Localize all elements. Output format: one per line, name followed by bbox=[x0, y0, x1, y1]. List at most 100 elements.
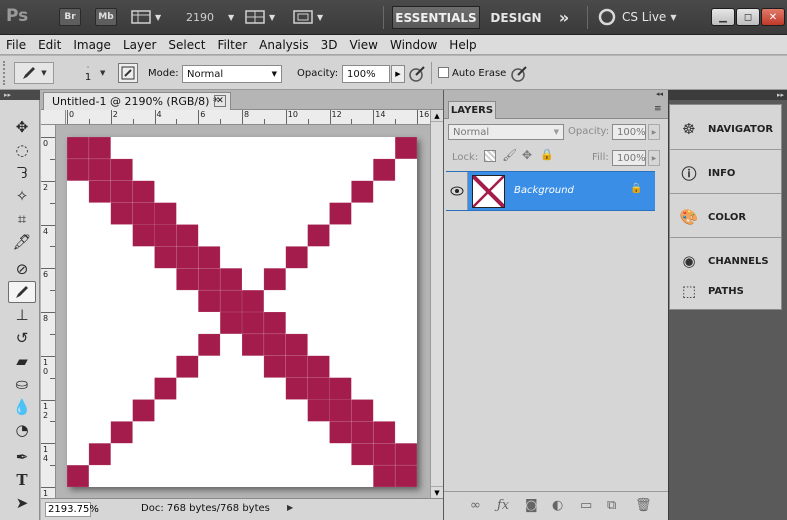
chevron-down-icon: ▼ bbox=[271, 70, 277, 78]
pencil-icon bbox=[23, 67, 36, 79]
blend-mode-select[interactable]: Normal ▼ bbox=[448, 124, 564, 140]
paint-bucket-tool[interactable]: ⛀ bbox=[8, 373, 36, 395]
canvas-pixel bbox=[285, 377, 308, 400]
arrange-documents-button[interactable]: ▼ bbox=[245, 7, 275, 27]
ruler-label: 6 bbox=[200, 110, 206, 119]
dock-item-info[interactable]: ⓘ INFO bbox=[670, 158, 783, 188]
delete-layer-icon[interactable]: 🗑 bbox=[635, 498, 652, 513]
eyedropper-tool[interactable]: 🖋 bbox=[8, 231, 36, 253]
cs-live-button[interactable]: CS Live ▼ bbox=[598, 7, 676, 27]
dock-header[interactable]: ▸▸ bbox=[669, 90, 787, 100]
zoom-status-field[interactable]: 2193.75% bbox=[45, 502, 99, 517]
layer-row-background[interactable]: Background 🔒 bbox=[446, 171, 655, 211]
ruler-label: 6 bbox=[43, 270, 49, 280]
menu-image[interactable]: Image bbox=[67, 38, 117, 52]
grip-handle[interactable] bbox=[3, 61, 7, 85]
workspace-essentials-button[interactable]: ESSENTIALS bbox=[392, 6, 480, 29]
eye-icon bbox=[450, 186, 463, 196]
spot-healing-tool[interactable]: ⊘ bbox=[8, 258, 36, 280]
menu-file[interactable]: File bbox=[0, 38, 32, 52]
eraser-tool[interactable]: ▰ bbox=[8, 350, 36, 372]
add-mask-icon[interactable]: ◙ bbox=[525, 498, 538, 513]
tablet-pressure-opacity-button[interactable] bbox=[407, 64, 427, 84]
canvas-pixel bbox=[176, 224, 199, 247]
layer-visibility-toggle[interactable] bbox=[446, 172, 468, 210]
menu-analysis[interactable]: Analysis bbox=[253, 38, 314, 52]
link-layers-icon[interactable]: ∞ bbox=[470, 498, 481, 513]
menu-select[interactable]: Select bbox=[162, 38, 211, 52]
tools-panel-header[interactable]: ▸▸ bbox=[0, 90, 40, 100]
new-layer-icon[interactable]: ⧉ bbox=[607, 498, 616, 513]
ruler-tick bbox=[132, 119, 134, 124]
screen-mode-button[interactable]: ▼ bbox=[293, 7, 323, 27]
brush-panel-toggle[interactable] bbox=[118, 63, 138, 83]
launch-mini-bridge-button[interactable]: Mb bbox=[95, 7, 117, 27]
add-layer-style-icon[interactable]: ƒx bbox=[497, 498, 509, 513]
adjustment-layer-icon[interactable]: ◐ bbox=[552, 498, 563, 513]
vertical-scrollbar[interactable]: ▲ ▼ bbox=[430, 110, 443, 498]
lasso-tool[interactable]: ᘊ bbox=[8, 162, 36, 184]
tool-preset-picker[interactable]: ▼ bbox=[14, 62, 54, 84]
move-tool[interactable]: ✥ bbox=[8, 116, 36, 138]
tab-layers[interactable]: LAYERS bbox=[448, 101, 496, 119]
dock-item-channels[interactable]: ◉ CHANNELS bbox=[670, 246, 783, 276]
menu-filter[interactable]: Filter bbox=[211, 38, 253, 52]
lock-position-icon[interactable]: ✥ bbox=[522, 148, 532, 162]
layer-opacity-input[interactable]: 100% bbox=[612, 124, 646, 140]
tablet-pressure-size-button[interactable] bbox=[509, 64, 529, 84]
pencil-tool[interactable] bbox=[8, 281, 36, 303]
launch-bridge-button[interactable]: Br bbox=[59, 7, 81, 27]
close-button[interactable]: ✕ bbox=[761, 8, 785, 26]
clone-stamp-tool[interactable]: ⊥ bbox=[8, 304, 36, 326]
dodge-tool[interactable]: ◔ bbox=[8, 419, 36, 441]
opacity-slider-button[interactable]: ▶ bbox=[391, 65, 405, 83]
scroll-down-arrow[interactable]: ▼ bbox=[431, 486, 443, 498]
layer-name[interactable]: Background bbox=[514, 185, 574, 196]
marquee-tool[interactable]: ◌ bbox=[8, 139, 36, 161]
horizontal-ruler[interactable]: 0 2 4 6 8 10 12 14 16 bbox=[66, 110, 430, 125]
view-extras-button[interactable]: ▼ bbox=[131, 7, 161, 27]
menu-layer[interactable]: Layer bbox=[117, 38, 162, 52]
dock-item-paths[interactable]: ⬚ PATHS bbox=[670, 276, 783, 306]
lock-all-icon[interactable]: 🔒 bbox=[540, 148, 554, 161]
scroll-up-arrow[interactable]: ▲ bbox=[431, 110, 443, 122]
status-menu-button[interactable]: ▶ bbox=[287, 503, 293, 512]
minimize-button[interactable]: ▁ bbox=[711, 8, 735, 26]
new-group-icon[interactable]: ▭ bbox=[580, 498, 592, 513]
document-tab[interactable]: Untitled-1 @ 2190% (RGB/8) * ✕ bbox=[43, 92, 231, 110]
panel-options-button[interactable]: ≡ bbox=[654, 104, 662, 114]
lock-image-icon[interactable]: 🖌 bbox=[502, 148, 517, 162]
menu-edit[interactable]: Edit bbox=[32, 38, 67, 52]
type-tool[interactable]: T bbox=[8, 469, 36, 491]
workspace-design-button[interactable]: DESIGN bbox=[486, 6, 546, 29]
blur-tool[interactable]: 💧 bbox=[8, 396, 36, 418]
lock-transparent-icon[interactable] bbox=[484, 150, 496, 162]
collapse-panel-button[interactable]: ◂◂ bbox=[656, 90, 663, 98]
more-workspaces-button[interactable]: » bbox=[552, 6, 576, 29]
zoom-level-dropdown[interactable]: 2190 ▼ bbox=[186, 7, 234, 27]
crop-tool[interactable]: ⌗ bbox=[8, 208, 36, 230]
menu-3d[interactable]: 3D bbox=[315, 38, 344, 52]
path-selection-tool[interactable]: ➤ bbox=[8, 492, 36, 514]
mode-select[interactable]: Normal ▼ bbox=[182, 65, 282, 83]
document-canvas[interactable] bbox=[66, 136, 418, 488]
maximize-button[interactable]: ◻ bbox=[736, 8, 760, 26]
menu-help[interactable]: Help bbox=[443, 38, 482, 52]
dock-item-navigator[interactable]: ☸ NAVIGATOR bbox=[670, 114, 783, 144]
menu-view[interactable]: View bbox=[343, 38, 383, 52]
pen-tool[interactable]: ✒ bbox=[8, 446, 36, 468]
opacity-input[interactable]: 100% bbox=[342, 65, 390, 83]
auto-erase-label: Auto Erase bbox=[452, 68, 507, 79]
divider bbox=[587, 6, 588, 29]
ruler-origin[interactable] bbox=[41, 110, 66, 125]
dock-item-color[interactable]: 🎨 COLOR bbox=[670, 202, 783, 232]
auto-erase-checkbox[interactable] bbox=[438, 67, 449, 78]
fill-input[interactable]: 100% bbox=[612, 150, 646, 166]
fill-slider-button[interactable]: ▶ bbox=[648, 150, 660, 166]
close-document-icon[interactable]: ✕ bbox=[214, 95, 226, 107]
menu-window[interactable]: Window bbox=[384, 38, 443, 52]
quick-selection-tool[interactable]: ✧ bbox=[8, 185, 36, 207]
history-brush-tool[interactable]: ↺ bbox=[8, 327, 36, 349]
vertical-ruler[interactable]: 024681 01 21 41 6 bbox=[41, 125, 56, 507]
layer-opacity-slider-button[interactable]: ▶ bbox=[648, 124, 660, 140]
